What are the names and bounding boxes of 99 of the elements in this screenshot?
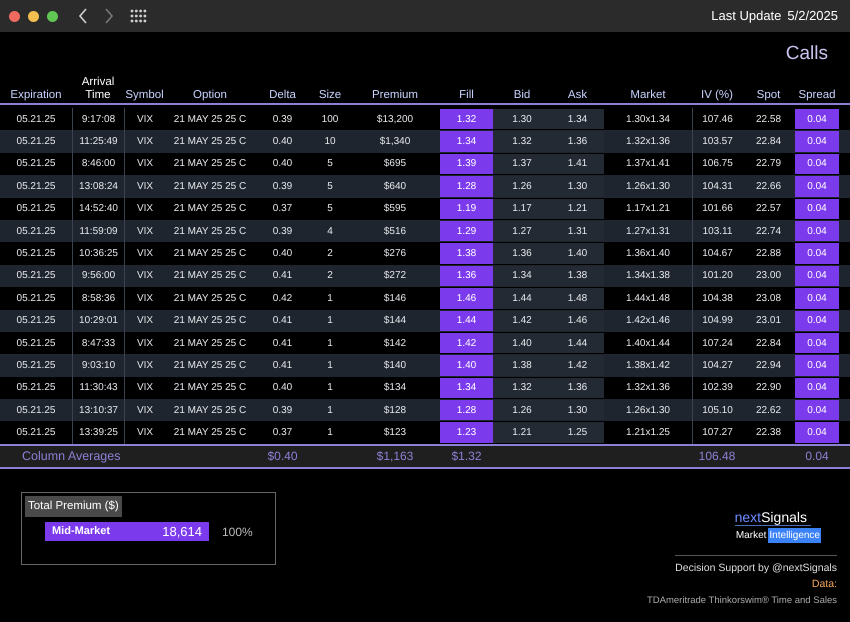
table-cell: 1.21	[493, 422, 551, 443]
credit-text: Decision Support by @nextSignals	[675, 560, 837, 576]
column-header: Delta	[268, 89, 297, 102]
last-update-date: 5/2/2025	[787, 7, 838, 26]
table-cell: 1.34	[440, 378, 493, 398]
table-cell: 1.28	[440, 176, 493, 197]
table-cell: 0.04	[795, 176, 839, 197]
panel-title: Total Premium ($)	[25, 496, 122, 518]
table-cell: 1.27	[493, 220, 551, 242]
maximize-window-button[interactable]	[47, 10, 58, 22]
table-cell: 1.46	[440, 288, 493, 309]
table-cell: 1.38	[551, 266, 604, 286]
table-cell: 1.34	[551, 109, 604, 130]
minimize-window-button[interactable]	[28, 10, 39, 22]
table-cell: 0.04	[795, 131, 839, 152]
table-cell: 0.04	[795, 355, 839, 376]
table-cell: 0.04	[795, 332, 839, 354]
table-cell: 1.19	[440, 198, 493, 219]
page-heading: Calls	[786, 42, 828, 66]
column-header: Spot	[756, 89, 782, 102]
table-cell: 1.21	[551, 198, 604, 219]
table-cell: 1.38	[440, 243, 493, 264]
table-cell: 0.04	[795, 243, 839, 264]
table-cell: 0.04	[795, 310, 839, 331]
table-cell: 1.44	[493, 288, 551, 309]
tagline-text: Market	[736, 528, 766, 543]
averages-label: Column Averages	[21, 448, 122, 465]
bar-label: Mid-Market	[52, 524, 110, 540]
average-value: $0.40	[267, 448, 298, 466]
table-cell: 1.42	[551, 355, 604, 376]
table-cell: 1.39	[440, 154, 493, 174]
data-label: Data:	[812, 576, 837, 592]
table-cell: 0.04	[795, 400, 839, 420]
table-cell: 0.04	[795, 198, 839, 219]
table-cell: 1.42	[440, 332, 493, 354]
table-cell: 1.41	[551, 154, 604, 174]
data-source-text: TDAmeritrade Thinkorswim® Time and Sales	[646, 594, 837, 608]
table-cell: 0.04	[795, 288, 839, 309]
column-header: Bid	[512, 89, 532, 102]
column-header: IV (%)	[700, 89, 734, 102]
column-header: Symbol	[124, 89, 165, 102]
column-header: Size	[318, 89, 342, 102]
column-header: Premium	[370, 89, 419, 102]
bar-percent: 100%	[222, 524, 253, 541]
table-cell: 1.34	[493, 266, 551, 286]
table-cell: 0.04	[795, 154, 839, 174]
column-header: Ask	[566, 89, 588, 102]
table-cell: 0.04	[795, 422, 839, 443]
table-cell: 0.04	[795, 266, 839, 286]
table-cell: 1.30	[493, 109, 551, 130]
tagline-highlight: Intelligence	[768, 528, 821, 543]
table-cell: 1.28	[440, 400, 493, 420]
table-cell: 1.25	[551, 422, 604, 443]
average-value: 106.48	[698, 448, 736, 466]
table-cell: 1.46	[551, 310, 604, 331]
table-cell: 1.26	[493, 176, 551, 197]
table-cell: 1.30	[551, 176, 604, 197]
table-cell: 1.48	[551, 288, 604, 309]
column-header: Option	[192, 89, 228, 102]
table-cell: 1.40	[440, 355, 493, 376]
table-cell: 1.32	[493, 131, 551, 152]
table-cell: 1.32	[440, 109, 493, 130]
average-value: $1,163	[376, 448, 414, 466]
forward-icon[interactable]	[104, 8, 114, 24]
column-header: Arrival Time	[80, 76, 116, 102]
table-cell: 1.44	[440, 310, 493, 331]
table-cell: 1.23	[440, 422, 493, 443]
table-cell: 1.36	[551, 378, 604, 398]
table-cell: 0.04	[795, 109, 839, 130]
grid-icon[interactable]	[130, 9, 147, 23]
table-cell: 1.42	[493, 310, 551, 331]
table-cell: 1.17	[493, 198, 551, 219]
column-header: Expiration	[9, 89, 63, 102]
table-cell: 1.37	[493, 154, 551, 174]
table-cell: 1.30	[551, 400, 604, 420]
table-cell: 1.31	[551, 220, 604, 242]
average-value: $1.32	[451, 448, 482, 466]
table-cell: 1.44	[551, 332, 604, 354]
table-cell: 1.36	[551, 131, 604, 152]
table-cell: 1.38	[493, 355, 551, 376]
table-cell: 1.36	[493, 243, 551, 264]
table-cell: 0.04	[795, 220, 839, 242]
table-cell: 1.29	[440, 220, 493, 242]
table-cell: 1.40	[493, 332, 551, 354]
logo-text: nextSignals	[734, 508, 811, 526]
back-icon[interactable]	[78, 8, 88, 24]
table-cell: 0.04	[795, 378, 839, 398]
column-header: Fill	[458, 89, 475, 102]
close-window-button[interactable]	[9, 10, 20, 22]
average-value: 0.04	[805, 448, 829, 466]
column-header: Spread	[797, 89, 837, 102]
table-cell: 1.34	[440, 131, 493, 152]
table-cell: 1.26	[493, 400, 551, 420]
table-cell: 1.40	[551, 243, 604, 264]
bar-value: 18,614	[162, 522, 202, 541]
last-update-label: Last Update	[711, 7, 782, 26]
column-header: Market	[629, 89, 667, 102]
table-cell: 1.32	[493, 378, 551, 398]
table-cell: 1.36	[440, 266, 493, 286]
